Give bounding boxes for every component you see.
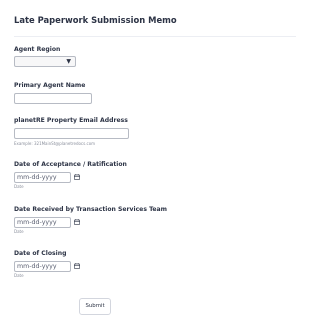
email-input[interactable] xyxy=(14,128,129,139)
email-label: planetRE Property Email Address xyxy=(14,117,128,124)
submit-button[interactable]: Submit xyxy=(79,298,111,315)
title-divider xyxy=(14,36,296,37)
date-closing-sublabel: Date xyxy=(14,273,24,278)
date-acceptance-input[interactable]: mm-dd-yyyy xyxy=(14,172,71,183)
date-received-sublabel: Date xyxy=(14,229,24,234)
calendar-icon[interactable] xyxy=(74,174,80,180)
primary-agent-name-label: Primary Agent Name xyxy=(14,82,86,89)
date-closing-input[interactable]: mm-dd-yyyy xyxy=(14,261,71,272)
calendar-icon[interactable] xyxy=(74,219,80,225)
agent-region-label: Agent Region xyxy=(14,46,61,53)
email-example: Example: 321MainSt@planetredocs.com xyxy=(14,141,96,146)
agent-region-select[interactable]: ▼ xyxy=(14,56,76,67)
date-received-label: Date Received by Transaction Services Te… xyxy=(14,206,168,213)
calendar-icon[interactable] xyxy=(74,263,80,269)
chevron-down-icon: ▼ xyxy=(66,58,71,65)
date-acceptance-label: Date of Acceptance / Ratification xyxy=(14,161,127,168)
date-received-input[interactable]: mm-dd-yyyy xyxy=(14,217,71,228)
late-paperwork-form: Late Paperwork Submission Memo Agent Reg… xyxy=(0,0,310,329)
form-title: Late Paperwork Submission Memo xyxy=(14,15,177,25)
date-acceptance-sublabel: Date xyxy=(14,184,24,189)
primary-agent-name-input[interactable] xyxy=(14,93,92,104)
date-closing-label: Date of Closing xyxy=(14,250,67,257)
